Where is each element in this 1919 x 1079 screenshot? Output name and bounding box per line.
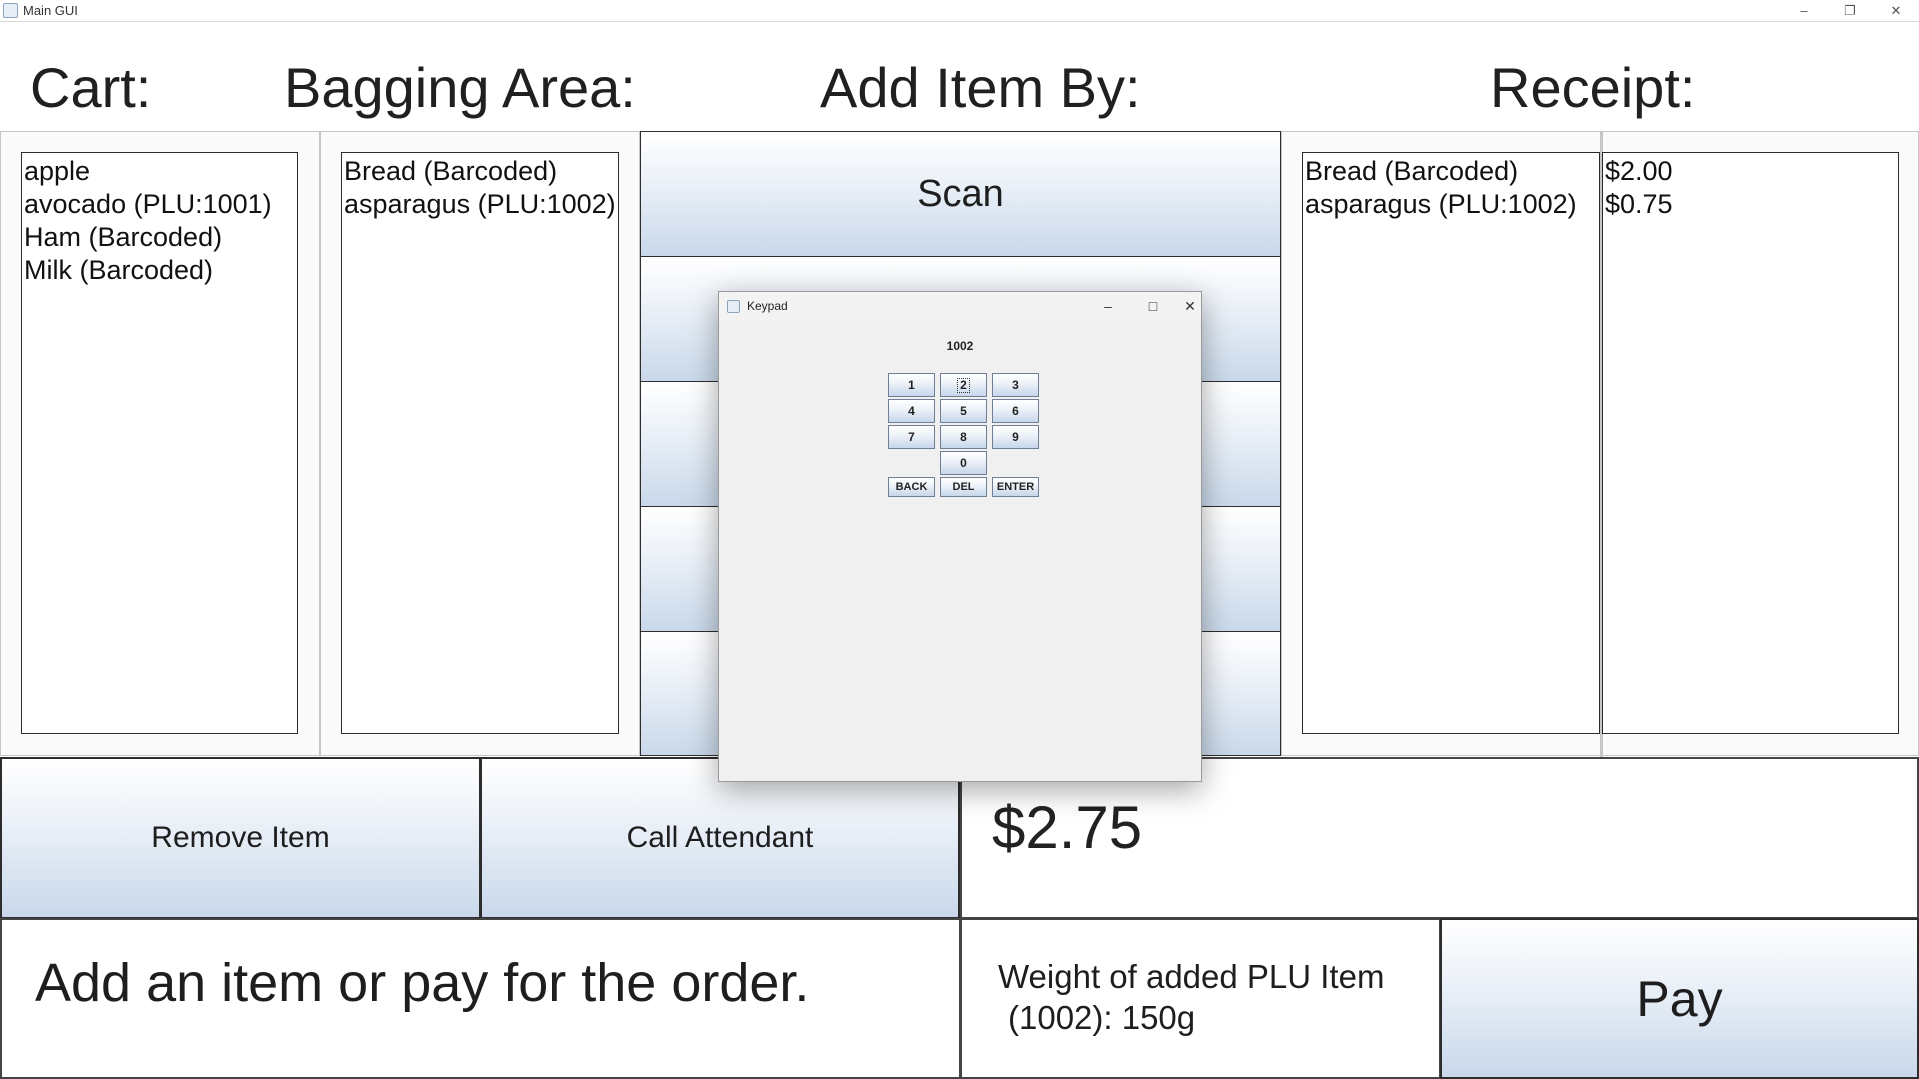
enter-button[interactable]: ENTER xyxy=(992,477,1039,497)
receipt-header: Receipt: xyxy=(1490,56,1696,119)
bagging-area-header: Bagging Area: xyxy=(284,56,636,119)
window-title-bar: Main GUI – ❐ ✕ xyxy=(0,0,1919,22)
key-label: 8 xyxy=(960,430,967,444)
key-label: 0 xyxy=(960,456,967,470)
bagging-area-panel: Bread (Barcoded) asparagus (PLU:1002) xyxy=(320,131,640,756)
list-item[interactable]: Bread (Barcoded) xyxy=(342,155,618,188)
key-4-button[interactable]: 4 xyxy=(888,399,935,423)
bagging-area-list[interactable]: Bread (Barcoded) asparagus (PLU:1002) xyxy=(341,152,619,734)
status-message: Add an item or pay for the order. xyxy=(35,953,810,1013)
weight-line-1: Weight of added PLU Item xyxy=(998,958,1385,995)
key-7-button[interactable]: 7 xyxy=(888,425,935,449)
key-label: 2 xyxy=(957,377,970,393)
minimize-icon[interactable]: – xyxy=(1781,0,1827,22)
add-item-by-header: Add Item By: xyxy=(820,56,1141,119)
java-app-icon xyxy=(727,300,740,313)
total-amount: $2.75 xyxy=(992,794,1143,861)
weight-info-box: Weight of added PLU Item (1002): 150g xyxy=(960,918,1441,1079)
back-button[interactable]: BACK xyxy=(888,477,935,497)
list-item[interactable]: asparagus (PLU:1002) xyxy=(1303,188,1599,221)
key-label: 9 xyxy=(1012,430,1019,444)
list-item[interactable]: asparagus (PLU:1002) xyxy=(342,188,618,221)
key-3-button[interactable]: 3 xyxy=(992,373,1039,397)
key-0-button[interactable]: 0 xyxy=(940,451,987,475)
key-label: 6 xyxy=(1012,404,1019,418)
key-6-button[interactable]: 6 xyxy=(992,399,1039,423)
java-app-icon xyxy=(3,3,18,18)
list-item[interactable]: apple xyxy=(22,155,297,188)
keypad-title: Keypad xyxy=(747,299,788,313)
cart-list[interactable]: apple avocado (PLU:1001) Ham (Barcoded) … xyxy=(21,152,298,734)
keypad-title-bar: Keypad – □ ✕ xyxy=(719,292,1201,320)
pay-button[interactable]: Pay xyxy=(1440,918,1919,1079)
list-item[interactable]: $0.75 xyxy=(1603,188,1898,221)
key-5-button[interactable]: 5 xyxy=(940,399,987,423)
receipt-items-list[interactable]: Bread (Barcoded) asparagus (PLU:1002) xyxy=(1302,152,1600,734)
receipt-panel: Bread (Barcoded) asparagus (PLU:1002) $2… xyxy=(1281,131,1919,757)
window-title: Main GUI xyxy=(23,3,78,18)
list-item[interactable]: Bread (Barcoded) xyxy=(1303,155,1599,188)
key-2-button[interactable]: 2 xyxy=(940,373,987,397)
list-item[interactable]: Milk (Barcoded) xyxy=(22,254,297,287)
weight-line-2: (1002): 150g xyxy=(1008,999,1196,1036)
key-label: 7 xyxy=(908,430,915,444)
close-icon[interactable]: ✕ xyxy=(1873,0,1919,22)
cart-header: Cart: xyxy=(30,56,152,119)
key-label: 3 xyxy=(1012,378,1019,392)
del-button[interactable]: DEL xyxy=(940,477,987,497)
minimize-icon[interactable]: – xyxy=(1088,296,1128,316)
message-box: Add an item or pay for the order. xyxy=(0,918,961,1079)
remove-item-button[interactable]: Remove Item xyxy=(0,757,481,919)
keypad-dialog: Keypad – □ ✕ 1002 1 2 3 4 5 6 7 8 9 0 BA… xyxy=(718,291,1202,782)
maximize-icon[interactable]: □ xyxy=(1133,296,1173,316)
list-item[interactable]: $2.00 xyxy=(1603,155,1898,188)
key-8-button[interactable]: 8 xyxy=(940,425,987,449)
key-9-button[interactable]: 9 xyxy=(992,425,1039,449)
receipt-prices-list[interactable]: $2.00 $0.75 xyxy=(1602,152,1899,734)
close-icon[interactable]: ✕ xyxy=(1178,296,1202,316)
cart-panel: apple avocado (PLU:1001) Ham (Barcoded) … xyxy=(0,131,320,756)
restore-icon[interactable]: ❐ xyxy=(1827,0,1873,22)
scan-button[interactable]: Scan xyxy=(640,131,1281,257)
list-item[interactable]: avocado (PLU:1001) xyxy=(22,188,297,221)
keypad-display: 1002 xyxy=(946,339,974,353)
key-label: 4 xyxy=(908,404,915,418)
key-1-button[interactable]: 1 xyxy=(888,373,935,397)
key-label: 5 xyxy=(960,404,967,418)
list-item[interactable]: Ham (Barcoded) xyxy=(22,221,297,254)
key-label: 1 xyxy=(908,378,915,392)
